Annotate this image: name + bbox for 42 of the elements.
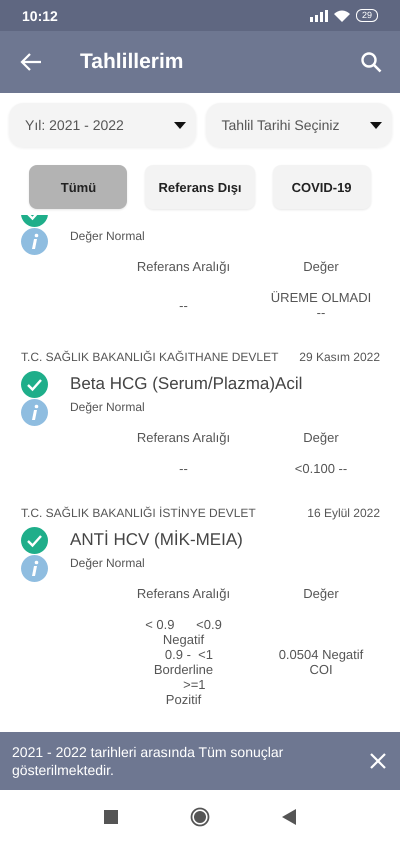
wifi-icon	[334, 10, 350, 22]
filter-dropdown[interactable]: Yıl: 2021 - 2022	[9, 103, 196, 147]
home-button[interactable]	[190, 807, 210, 827]
column-header: Değer	[302, 430, 340, 445]
column-header: Referans Aralığı	[136, 259, 232, 274]
test-name: Beta HCG (Serum/Plazma)Acil	[70, 374, 302, 394]
info-icon	[21, 554, 48, 582]
back-button[interactable]	[20, 52, 42, 72]
search-button[interactable]	[360, 51, 382, 73]
snackbar-message: 2021 - 2022 tarihleri arasında Tüm sonuçlar gösterilmektedir.	[12, 743, 284, 779]
result-value: ÜREME OLMADI --	[270, 290, 372, 320]
hospital-name: T.C. SAĞLIK BAKANLIĞI İSTİNYE DEVLET	[21, 506, 256, 520]
column-header: Referans Aralığı	[136, 430, 232, 445]
result-date: 16 Eylül 2022	[307, 506, 380, 520]
column-header: Referans Aralığı	[136, 586, 232, 601]
screen-title: Tahlillerim	[80, 50, 184, 74]
close-button[interactable]	[370, 753, 386, 769]
signal-icon	[310, 10, 328, 22]
reference-range: --	[178, 461, 189, 476]
filter-chip[interactable]: Referans Dışı	[145, 165, 255, 209]
info-icon	[21, 398, 48, 426]
caret-icon	[174, 122, 186, 128]
result-note: Değer Normal	[70, 400, 145, 414]
reference-range: --	[178, 298, 189, 312]
result-note: Değer Normal	[70, 229, 145, 243]
status-time: 10:12	[22, 8, 58, 24]
filter-dropdown[interactable]: Tahlil Tarihi Seçiniz	[206, 103, 392, 147]
info-icon	[21, 228, 48, 254]
column-header: Değer	[302, 259, 340, 274]
result-note: Değer Normal	[70, 556, 145, 570]
battery-icon: 29	[356, 9, 378, 22]
hospital-name: T.C. SAĞLIK BAKANLIĞI KAĞITHANE DEVLET	[21, 350, 278, 364]
result-value: <0.100 --	[294, 461, 348, 476]
result-value: 0.0504 Negatif COI	[278, 647, 364, 677]
caret-icon	[370, 122, 382, 128]
filter-chip[interactable]: COVID-19	[272, 165, 371, 209]
test-name: ANTİ HCV (MİK-MEIA)	[70, 530, 243, 550]
filter-chip[interactable]: Tümü	[29, 165, 128, 209]
back-nav-button[interactable]	[282, 809, 296, 825]
reference-range: < 0.9 <0.9 Negatif 0.9 - <1 Borderline >=1 Pozitif	[144, 617, 223, 707]
result-date: 29 Kasım 2022	[299, 350, 380, 364]
column-header: Değer	[302, 586, 340, 601]
